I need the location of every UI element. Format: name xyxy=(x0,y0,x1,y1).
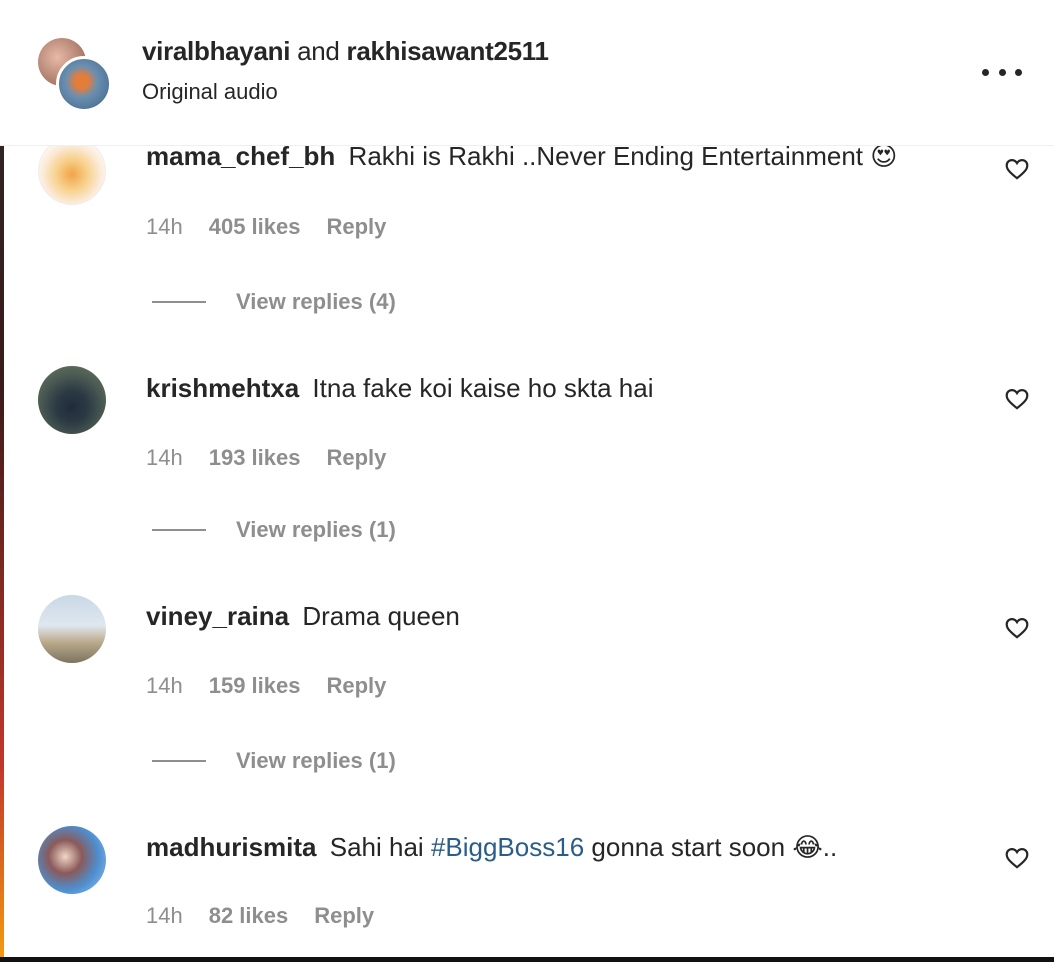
avatar-rakhisawant2511 xyxy=(56,56,112,112)
comment-body: krishmehtxa Itna fake koi kaise ho skta … xyxy=(146,373,654,404)
comment-username[interactable]: krishmehtxa xyxy=(146,373,299,403)
comment-body: madhurismita Sahi hai #BiggBoss16 gonna … xyxy=(146,832,837,863)
comment-meta: 14h 405 likes Reply xyxy=(146,214,386,240)
replies-divider-line xyxy=(152,529,206,531)
heart-icon[interactable] xyxy=(1004,156,1030,182)
comment-likes[interactable]: 193 likes xyxy=(209,445,301,471)
author-1[interactable]: viralbhayani xyxy=(142,36,290,66)
comment-likes[interactable]: 159 likes xyxy=(209,673,301,699)
comment-time: 14h xyxy=(146,214,183,239)
collab-avatar-stack[interactable] xyxy=(38,38,112,112)
comment-likes[interactable]: 82 likes xyxy=(209,903,289,929)
comment-text: Drama queen xyxy=(302,601,460,631)
comment-avatar[interactable] xyxy=(38,595,106,663)
view-replies-button[interactable]: View replies (1) xyxy=(152,517,396,543)
comment-meta: 14h 159 likes Reply xyxy=(146,673,386,699)
bottom-edge-strip xyxy=(0,957,1054,962)
hashtag-link[interactable]: #BiggBoss16 xyxy=(431,832,584,862)
comment-likes[interactable]: 405 likes xyxy=(209,214,301,240)
comment-username[interactable]: viney_raina xyxy=(146,601,289,631)
post-header: viralbhayani and rakhisawant2511 Origina… xyxy=(0,0,1054,146)
heart-icon[interactable] xyxy=(1004,615,1030,641)
more-options-icon[interactable] xyxy=(982,58,1022,86)
view-replies-label: View replies (1) xyxy=(236,748,396,773)
comment-meta: 14h 82 likes Reply xyxy=(146,903,374,929)
view-replies-button[interactable]: View replies (4) xyxy=(152,289,396,315)
replies-divider-line xyxy=(152,760,206,762)
comment-text-before: Sahi hai xyxy=(329,832,424,862)
laughing-emoji: 😂.. xyxy=(792,832,838,862)
view-replies-button[interactable]: View replies (1) xyxy=(152,748,396,774)
heart-icon[interactable] xyxy=(1004,386,1030,412)
comment-text-after: gonna start soon xyxy=(591,832,786,862)
view-replies-label: View replies (4) xyxy=(236,289,396,314)
reply-button[interactable]: Reply xyxy=(326,673,386,699)
view-replies-label: View replies (1) xyxy=(236,517,396,542)
reply-button[interactable]: Reply xyxy=(326,214,386,240)
authors-conjunction: and xyxy=(297,36,340,66)
comment-text: Itna fake koi kaise ho skta hai xyxy=(312,373,654,403)
comment-avatar[interactable] xyxy=(38,366,106,434)
comment-time: 14h xyxy=(146,445,183,470)
author-2[interactable]: rakhisawant2511 xyxy=(347,36,550,66)
comment-username[interactable]: madhurismita xyxy=(146,832,317,862)
audio-label[interactable]: Original audio xyxy=(142,79,278,105)
comment-body: viney_raina Drama queen xyxy=(146,601,460,632)
comment-time: 14h xyxy=(146,673,183,698)
post-authors[interactable]: viralbhayani and rakhisawant2511 xyxy=(142,36,549,67)
reply-button[interactable]: Reply xyxy=(326,445,386,471)
comment-time: 14h xyxy=(146,903,183,928)
replies-divider-line xyxy=(152,301,206,303)
comment-avatar[interactable] xyxy=(38,137,106,205)
comment-meta: 14h 193 likes Reply xyxy=(146,445,386,471)
heart-icon[interactable] xyxy=(1004,845,1030,871)
comments-screen: viralbhayani and rakhisawant2511 Origina… xyxy=(0,0,1054,962)
reply-button[interactable]: Reply xyxy=(314,903,374,929)
comment-avatar[interactable] xyxy=(38,826,106,894)
